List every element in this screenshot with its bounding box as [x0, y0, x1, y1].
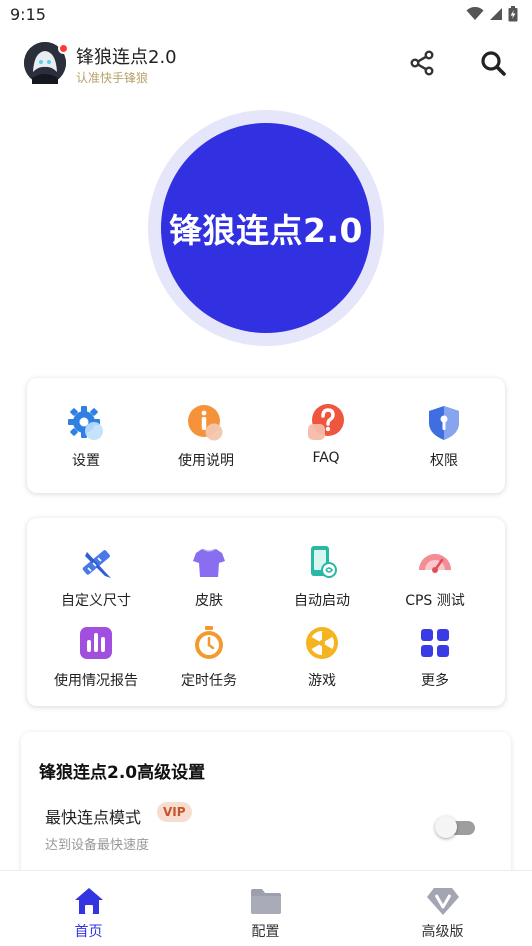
- main-start-button[interactable]: 锋狼连点2.0: [161, 123, 371, 333]
- fastest-mode-title: 最快连点模式: [45, 808, 142, 827]
- feature-label: 定时任务: [181, 673, 237, 689]
- nav-label: 首页: [74, 924, 103, 940]
- feature-more[interactable]: 更多: [380, 624, 490, 696]
- menu-item-label: 设置: [72, 453, 100, 469]
- feature-label: 自动启动: [294, 593, 350, 609]
- vip-badge: VIP: [157, 802, 192, 822]
- notification-dot: [58, 43, 69, 54]
- ruler-pencil-icon: [77, 544, 115, 582]
- search-button[interactable]: [476, 46, 510, 80]
- feature-usage-report[interactable]: 使用情况报告: [41, 624, 151, 696]
- status-bar: 9:15: [0, 0, 532, 30]
- fastest-mode-toggle[interactable]: [435, 816, 475, 838]
- feature-label: 游戏: [308, 673, 336, 689]
- nav-label: 高级版: [421, 924, 464, 940]
- menu-item-label: 权限: [430, 453, 458, 469]
- bar-chart-icon: [77, 624, 115, 662]
- fastest-mode-description: 达到设备最快速度: [45, 838, 150, 853]
- menu-item-permissions[interactable]: 权限: [389, 404, 499, 476]
- feature-cps-test[interactable]: CPS 测试: [380, 544, 490, 616]
- wifi-icon: [466, 7, 484, 20]
- advanced-settings-card: 锋狼连点2.0高级设置 最快连点模式 VIP 达到设备最快速度: [21, 732, 511, 892]
- toggle-knob: [435, 816, 457, 838]
- feature-label: 更多: [421, 673, 449, 689]
- bottom-navigation: 首页 配置 高级版: [0, 870, 532, 946]
- feature-label: 使用情况报告: [54, 673, 138, 689]
- home-icon: [71, 885, 107, 917]
- feature-label: 自定义尺寸: [61, 593, 131, 609]
- feature-label: CPS 测试: [405, 593, 465, 609]
- feature-skin[interactable]: 皮肤: [154, 544, 264, 616]
- nav-premium[interactable]: 高级版: [354, 871, 531, 946]
- folder-icon: [248, 885, 284, 917]
- status-time: 9:15: [10, 5, 46, 24]
- nav-config[interactable]: 配置: [177, 871, 354, 946]
- nav-label: 配置: [251, 924, 280, 940]
- menu-item-faq[interactable]: FAQ: [271, 404, 381, 476]
- share-icon: [410, 50, 434, 76]
- status-icons: [466, 6, 518, 22]
- tshirt-icon: [190, 544, 228, 582]
- app-header: 锋狼连点2.0 认准快手锋狼: [0, 38, 532, 92]
- speedometer-icon: [416, 544, 454, 582]
- feature-games[interactable]: 游戏: [267, 624, 377, 696]
- share-button[interactable]: [405, 46, 439, 80]
- stopwatch-icon: [190, 624, 228, 662]
- signal-icon: [490, 8, 502, 20]
- shield-icon: [425, 404, 463, 442]
- grid-more-icon: [416, 624, 454, 662]
- menu-item-label: FAQ: [312, 450, 340, 466]
- search-icon: [481, 51, 506, 76]
- game-wheel-icon: [303, 624, 341, 662]
- avatar[interactable]: [24, 42, 69, 84]
- feature-custom-size[interactable]: 自定义尺寸: [41, 544, 151, 616]
- battery-icon: [508, 6, 518, 22]
- feature-auto-start[interactable]: 自动启动: [267, 544, 377, 616]
- phone-auto-icon: [303, 544, 341, 582]
- nav-home[interactable]: 首页: [0, 871, 177, 946]
- menu-item-label: 使用说明: [178, 453, 234, 469]
- feature-timed-task[interactable]: 定时任务: [154, 624, 264, 696]
- diamond-v-icon: [425, 885, 461, 917]
- menu-item-settings[interactable]: 设置: [31, 404, 141, 476]
- advanced-settings-title: 锋狼连点2.0高级设置: [39, 763, 206, 783]
- app-subtitle: 认准快手锋狼: [76, 71, 149, 85]
- info-icon: [187, 404, 225, 442]
- menu-item-instructions[interactable]: 使用说明: [151, 404, 261, 476]
- question-icon: [307, 404, 345, 442]
- gear-icon: [67, 404, 105, 442]
- features-card: 自定义尺寸 皮肤 自动启动 CPS 测试 使用情况报告 定时任务 游戏 更多: [27, 518, 505, 706]
- app-title: 锋狼连点2.0: [76, 47, 177, 68]
- feature-label: 皮肤: [195, 593, 223, 609]
- quick-menu-card: 设置 使用说明 FAQ 权限: [27, 378, 505, 493]
